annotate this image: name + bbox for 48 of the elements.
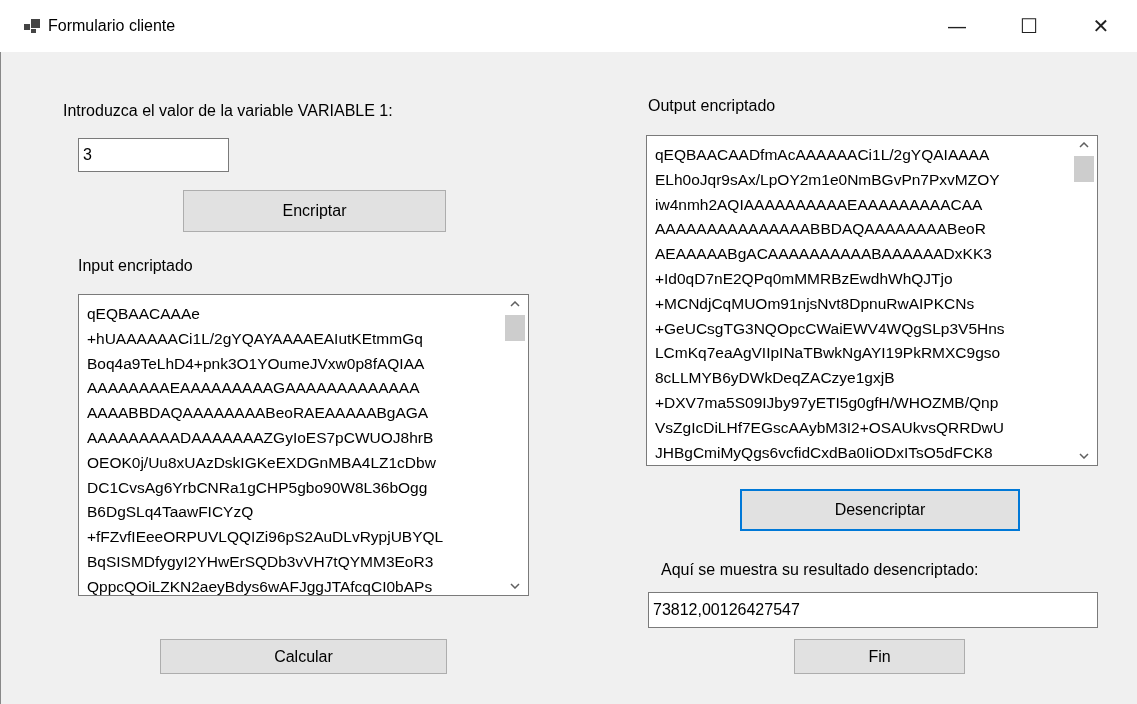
variable-prompt: Introduzca el valor de la variable VARIABLE 1: <box>63 102 393 120</box>
text-line: LCmKq7eaAgVIIpINaTBwkNgAYI19PkRMXC9gso <box>655 343 1002 364</box>
text-line: +MCNdjCqMUOm91njsNvt8DpnuRwAIPKCNs <box>655 293 976 314</box>
scroll-down-icon[interactable] <box>510 583 520 589</box>
text-line: +DXV7ma5S09IJby97yETI5g0gfH/WHOZMB/Qnp <box>655 392 1000 413</box>
text-line: AAAABBDAQAAAAAAAABeoRAEAAAAABgAGA <box>87 403 430 424</box>
scroll-thumb[interactable] <box>505 315 525 341</box>
text-line: +hUAAAAAACi1L/2gYQAYAAAAEAIutKEtmmGq <box>87 328 424 349</box>
calculate-button[interactable]: Calcular <box>160 639 447 674</box>
text-line: 8cLLMYB6yDWkDeqZACzye1gxjB <box>655 368 896 389</box>
minimize-button[interactable]: — <box>921 0 993 52</box>
text-line: ELh0oJqr9sAx/LpOY2m1e0NmBGvPn7PxvMZOY <box>655 169 1001 190</box>
result-field[interactable]: 73812,00126427547 <box>648 592 1098 628</box>
scroll-down-icon[interactable] <box>1079 453 1089 459</box>
text-line: +GeUCsgTG3NQOpcCWaiEWV4WQgSLp3V5Hns <box>655 318 1006 339</box>
scroll-up-icon[interactable] <box>1079 142 1089 148</box>
text-line: qEQBAACAAAe <box>87 304 201 324</box>
text-line: AAAAAAAAEAAAAAAAAAGAAAAAAAAAAAAA <box>87 378 421 399</box>
input-text-area[interactable] <box>78 294 529 596</box>
value-field[interactable]: 3 <box>78 138 229 172</box>
text-line: +Id0qD7nE2QPq0mMMRBzEwdhWhQJTjo <box>655 269 954 289</box>
text-line: qEQBAACAADfmAcAAAAAACi1L/2gYQAIAAAA <box>655 145 991 165</box>
text-line: BqSISMDfygyI2YHwErSQDb3vVH7tQYMM3EoR3 <box>87 551 435 572</box>
text-line: +fFZvfIEeeORPUVLQQIZi96pS2AuDLvRypjUBYQL <box>87 527 445 548</box>
input-label: Input encriptado <box>78 257 193 275</box>
text-line: VsZgIcDiLHf7EGscAAybM3I2+OSAUkvsQRRDwU <box>655 417 1005 438</box>
text-line: OEOK0j/Uu8xUAzDskIGKeEXDGnMBA4LZ1cDbw <box>87 452 437 473</box>
scroll-thumb[interactable] <box>1074 156 1094 182</box>
close-button[interactable]: ✕ <box>1065 0 1137 52</box>
app-icon <box>24 19 40 33</box>
maximize-button[interactable]: ☐ <box>993 0 1065 52</box>
text-line: B6DgSLq4TaawFICYzQ <box>87 502 255 523</box>
text-line: iw4nmh2AQIAAAAAAAAAAEAAAAAAAAACAA <box>655 194 984 215</box>
text-line: AAAAAAAAAAAAAAABBDAQAAAAAAAABeoR <box>655 219 987 240</box>
text-line: AAAAAAAAADAAAAAAAZGyIoES7pCWUOJ8hrB <box>87 428 435 448</box>
encrypt-button[interactable]: Encriptar <box>183 190 446 232</box>
scroll-up-icon[interactable] <box>510 301 520 307</box>
text-line: AEAAAAABgACAAAAAAAAAABAAAAAADxKK3 <box>655 244 993 265</box>
text-line: Boq4a9TeLhD4+pnk3O1YOumeJVxw0p8fAQIAA <box>87 353 426 374</box>
window-title: Formulario cliente <box>48 17 176 35</box>
output-label: Output encriptado <box>648 97 776 115</box>
text-line: QppcQOiLZKN2aeyBdys6wAFJggJTAfcqCI0bAPs <box>87 576 434 595</box>
decrypt-button[interactable]: Desencriptar <box>740 489 1020 531</box>
output-text-area[interactable] <box>646 135 1098 466</box>
text-line: DC1CvsAg6YrbCNRa1gCHP5gbo90W8L36bOgg <box>87 477 429 498</box>
result-label: Aquí se muestra su resultado desencriptado: <box>661 561 979 579</box>
end-button[interactable]: Fin <box>794 639 965 674</box>
text-line: JHBgCmiMyQgs6vcfidCxdBa0IiODxITsO5dFCK8 <box>655 442 994 463</box>
